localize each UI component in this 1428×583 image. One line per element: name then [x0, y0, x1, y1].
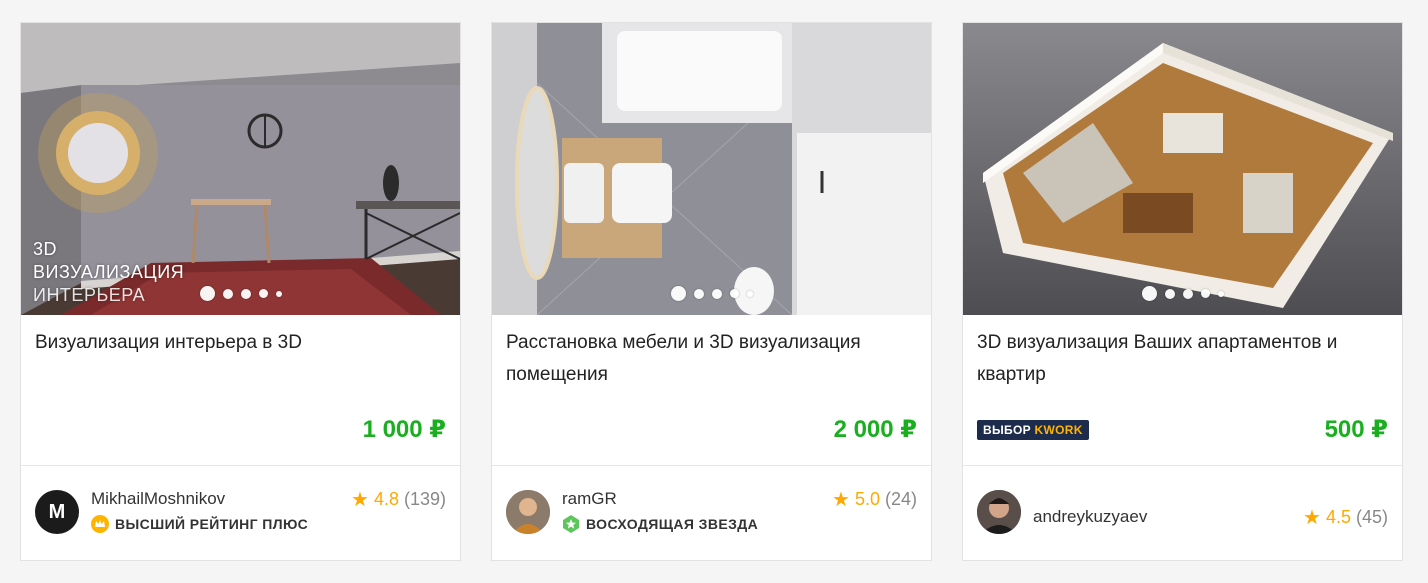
bathroom-plan-image: [492, 23, 931, 315]
seller-rating: ★ 5.0 (24): [832, 487, 917, 512]
seller-level: ВОСХОДЯЩАЯ ЗВЕЗДА: [562, 515, 758, 533]
crown-icon: [91, 515, 109, 533]
carousel-dot[interactable]: [258, 289, 268, 298]
gig-cover-image[interactable]: [963, 23, 1402, 315]
rating-count: (45): [1355, 507, 1388, 527]
overlay-line: 3D: [33, 239, 58, 259]
avatar[interactable]: M: [35, 490, 79, 534]
rating-score: 5.0: [854, 489, 880, 509]
apartment-3d-plan-image: [963, 23, 1402, 315]
star-icon: ★: [1303, 507, 1321, 529]
seller-level-label: ВЫСШИЙ РЕЙТИНГ ПЛЮС: [115, 516, 309, 532]
card-divider: [963, 465, 1402, 466]
carousel-dot[interactable]: [1200, 289, 1210, 298]
seller-level-label: ВОСХОДЯЩАЯ ЗВЕЗДА: [586, 516, 759, 532]
carousel-dot[interactable]: [1164, 288, 1175, 299]
carousel-dot[interactable]: [1217, 290, 1224, 297]
gig-card[interactable]: Расстановка мебели и 3D визуализация пом…: [491, 22, 932, 561]
carousel-dots[interactable]: [21, 286, 460, 301]
card-divider: [492, 465, 931, 466]
carousel-dot-active[interactable]: [1141, 286, 1157, 301]
card-divider: [21, 465, 460, 466]
gig-cover-image[interactable]: [492, 23, 931, 315]
carousel-dots[interactable]: [492, 286, 931, 301]
carousel-dot[interactable]: [275, 290, 282, 297]
seller-name[interactable]: ramGR: [562, 489, 617, 509]
avatar[interactable]: [506, 490, 550, 534]
carousel-dot[interactable]: [693, 288, 704, 299]
carousel-dot[interactable]: [1182, 288, 1193, 299]
seller-level: ВЫСШИЙ РЕЙТИНГ ПЛЮС: [91, 515, 308, 533]
overlay-line: ВИЗУАЛИЗАЦИЯ: [33, 262, 185, 282]
gig-title[interactable]: 3D визуализация Ваших апартаментов и ква…: [977, 327, 1387, 391]
carousel-dot-active[interactable]: [670, 286, 686, 301]
rating-score: 4.8: [373, 489, 399, 509]
seller-name[interactable]: MikhailMoshnikov: [91, 489, 225, 509]
gig-title[interactable]: Визуализация интерьера в 3D: [35, 327, 445, 359]
gig-title[interactable]: Расстановка мебели и 3D визуализация пом…: [506, 327, 916, 391]
carousel-dot[interactable]: [240, 288, 251, 299]
gig-cover-image[interactable]: 3D ВИЗУАЛИЗАЦИЯ ИНТЕРЬЕРА: [21, 23, 460, 315]
badge-accent: KWORK: [1034, 423, 1083, 437]
gig-price: 1 000 ₽: [362, 416, 446, 443]
kwork-choice-badge: ВЫБОР KWORK: [977, 420, 1089, 440]
rating-count: (24): [884, 489, 917, 509]
avatar[interactable]: [977, 490, 1021, 534]
rating-score: 4.5: [1325, 507, 1351, 527]
carousel-dot-active[interactable]: [199, 286, 215, 301]
gig-price: 500 ₽: [1324, 416, 1388, 443]
gig-card[interactable]: 3D ВИЗУАЛИЗАЦИЯ ИНТЕРЬЕРА Визуализация и…: [20, 22, 461, 561]
star-badge-icon: [563, 515, 579, 533]
gig-price: 2 000 ₽: [833, 416, 917, 443]
badge-text: ВЫБОР: [983, 423, 1031, 437]
carousel-dot[interactable]: [729, 289, 739, 298]
carousel-dot[interactable]: [746, 290, 753, 297]
carousel-dots[interactable]: [963, 286, 1402, 301]
carousel-dot[interactable]: [711, 288, 722, 299]
star-icon: ★: [351, 489, 369, 511]
rating-count: (139): [403, 489, 446, 509]
avatar-photo-icon: [977, 490, 1021, 534]
gig-card-grid: 3D ВИЗУАЛИЗАЦИЯ ИНТЕРЬЕРА Визуализация и…: [20, 22, 1403, 561]
seller-rating: ★ 4.5 (45): [1303, 505, 1388, 530]
carousel-dot[interactable]: [222, 288, 233, 299]
star-icon: ★: [832, 489, 850, 511]
seller-rating: ★ 4.8 (139): [351, 487, 446, 512]
gig-card[interactable]: 3D визуализация Ваших апартаментов и ква…: [962, 22, 1403, 561]
avatar-photo-icon: [506, 490, 550, 534]
seller-name[interactable]: andreykuzyaev: [1033, 507, 1147, 527]
